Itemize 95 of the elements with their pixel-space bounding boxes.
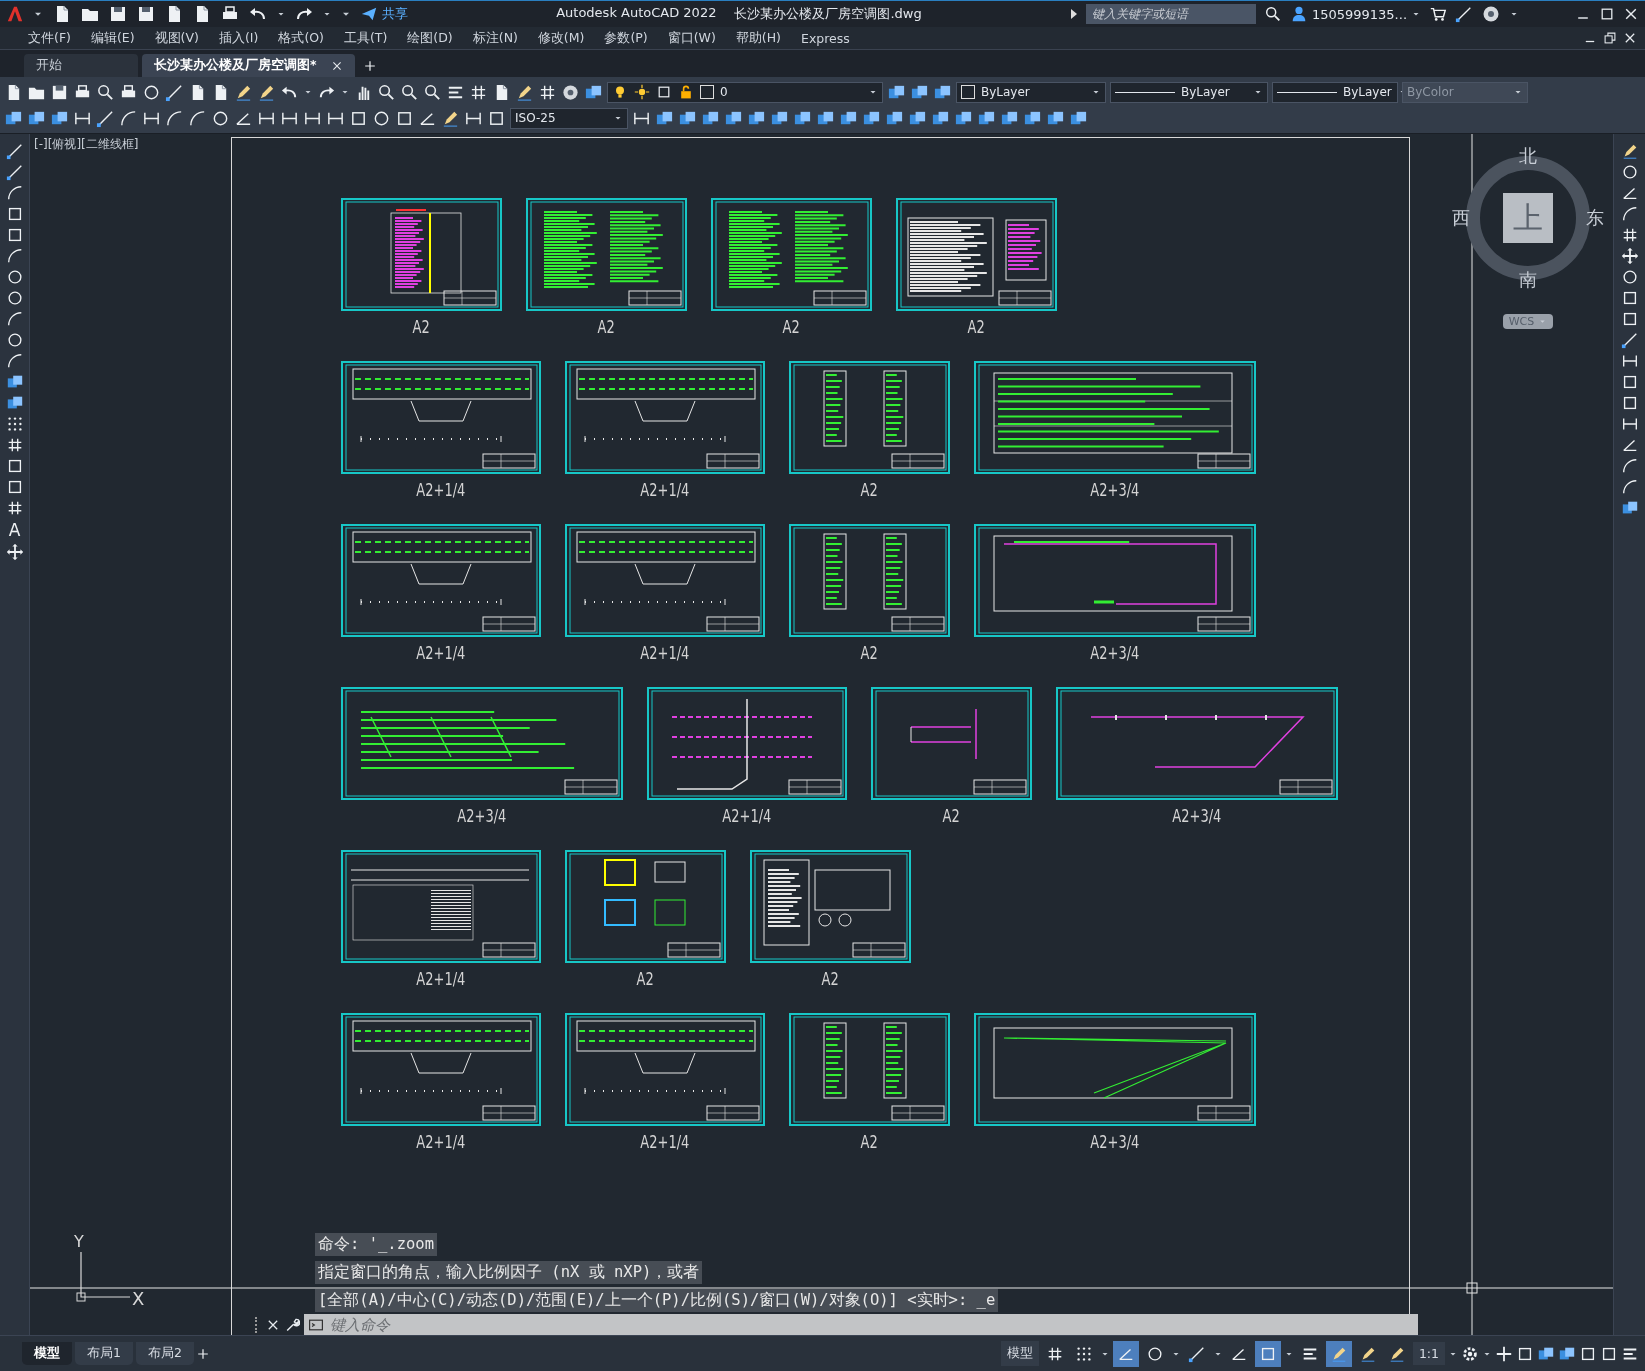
zoom-icon[interactable] (423, 82, 442, 102)
add-layout-icon[interactable] (196, 1347, 209, 1360)
menu-item[interactable]: 绘图(D) (397, 29, 463, 47)
line-icon[interactable] (5, 142, 24, 160)
arc-icon[interactable] (1620, 457, 1639, 475)
expand-arrow-icon[interactable] (1069, 9, 1078, 19)
search-icon[interactable] (1263, 5, 1282, 23)
app-title: Autodesk AutoCAD 2022 (556, 5, 717, 22)
sheet-size-label: A2+1/4 (640, 1132, 690, 1152)
help-icon[interactable] (561, 82, 580, 102)
layout-tab[interactable]: 模型 (22, 1342, 72, 1365)
layer-dropdown[interactable]: 0 (607, 81, 883, 103)
sun-icon[interactable] (634, 84, 650, 100)
sheet-size-label: A2 (412, 317, 431, 337)
close-icon[interactable] (1623, 31, 1637, 45)
sheet-size-label: A2+3/4 (1090, 480, 1140, 500)
line-icon[interactable] (1620, 331, 1639, 349)
layout-tab[interactable]: 布局2 (135, 1342, 194, 1365)
menu-item[interactable]: 视图(V) (144, 29, 209, 47)
menu-item[interactable]: 工具(T) (333, 29, 398, 47)
menu-item[interactable]: 修改(M) (527, 29, 595, 47)
sheet-size-label: A2 (942, 806, 961, 826)
lock-icon[interactable] (678, 84, 694, 100)
menu-item[interactable]: 文件(F) (18, 29, 81, 47)
sheet-size-label: A2+3/4 (1090, 1132, 1140, 1152)
cart-icon[interactable] (1429, 5, 1447, 23)
save-as-icon[interactable] (136, 4, 156, 24)
move-icon[interactable] (1620, 247, 1639, 265)
close-icon[interactable] (330, 59, 343, 72)
sheet-size-label: A2 (597, 317, 616, 337)
paper-plane-icon[interactable] (360, 5, 378, 23)
line-icon[interactable] (5, 163, 24, 181)
layout-tab[interactable]: 布局1 (75, 1342, 133, 1365)
search-field[interactable]: 键入关键字或短语 (1085, 4, 1256, 24)
close-icon[interactable] (1623, 6, 1639, 22)
text-tool[interactable]: A (8, 520, 21, 540)
new-tab-icon[interactable] (363, 60, 376, 72)
color-dropdown[interactable]: ByLayer (956, 81, 1106, 103)
arc-icon[interactable] (1620, 205, 1639, 223)
sheet-size-label: A2+1/4 (640, 643, 690, 663)
sheet-size-label: A2+1/4 (416, 480, 466, 500)
sheet-size-label: A2 (782, 317, 801, 337)
sheet-size-label: A2 (821, 969, 840, 989)
help-icon[interactable] (1481, 4, 1501, 24)
menu-item[interactable]: Express (791, 30, 860, 46)
sheet-size-label: A2 (860, 1132, 879, 1152)
y-axis-label: Y (74, 1232, 84, 1251)
arc-icon[interactable] (5, 184, 24, 202)
sheet-size-label: A2+1/4 (640, 480, 690, 500)
viewport-controls-label[interactable]: [-][俯视][二维线框] (34, 136, 139, 153)
arc-icon[interactable] (5, 352, 24, 370)
wrench-icon[interactable] (284, 1316, 300, 1333)
ucs-axes-icon (76, 1252, 130, 1302)
zoom-window-icon[interactable] (400, 82, 419, 102)
sheet-size-label: A2+3/4 (1090, 643, 1140, 663)
sheet-size-label: A2 (860, 480, 879, 500)
sheet-size-label: A2 (860, 643, 879, 663)
menu-item[interactable]: 编辑(E) (80, 29, 145, 47)
app-logo-icon[interactable] (6, 5, 24, 23)
linetype-dropdown[interactable]: ByLayer (1110, 81, 1268, 103)
move-icon[interactable] (5, 543, 24, 561)
file-name: 长沙某办公楼及厂房空调图.dwg (734, 5, 922, 23)
model-space-button[interactable]: 模型 (1000, 1341, 1039, 1366)
sheet-size-label: A2+1/4 (416, 643, 466, 663)
share-button[interactable]: 共享 (382, 5, 408, 23)
document-tab[interactable]: 开始 (24, 54, 138, 77)
user-name[interactable]: 1505999135... (1311, 6, 1407, 22)
sheet-size-label: A2+1/4 (416, 969, 466, 989)
frame-icon[interactable] (656, 84, 672, 100)
save-icon[interactable] (108, 4, 128, 24)
sheet-size-label: A2+1/4 (722, 806, 772, 826)
document-tab[interactable]: 长沙某办公楼及厂房空调图* (142, 54, 355, 77)
menu-item[interactable]: 窗口(W) (657, 29, 726, 47)
restore-icon[interactable] (1603, 31, 1617, 45)
dots-icon[interactable] (5, 415, 24, 433)
x-axis-label: X (132, 1288, 145, 1309)
maximize-icon[interactable] (1599, 6, 1615, 22)
arc-icon[interactable] (5, 310, 24, 328)
menu-item[interactable]: 插入(I) (208, 29, 269, 47)
menu-item[interactable]: 标注(N) (462, 29, 528, 47)
menu-item[interactable]: 参数(P) (594, 29, 658, 47)
annotation-scale-button[interactable]: 1:1 (1412, 1342, 1445, 1365)
sheet-size-label: A2+1/4 (416, 1132, 466, 1152)
sheet-size-label: A2 (636, 969, 655, 989)
plus-icon[interactable] (1495, 1344, 1513, 1363)
zoom-icon[interactable] (377, 82, 396, 102)
menu-item[interactable]: 帮助(H) (725, 29, 791, 47)
sheet-size-label: A2+3/4 (457, 806, 507, 826)
settings-icon[interactable] (1461, 1344, 1479, 1363)
arc-icon[interactable] (1620, 478, 1639, 496)
sheet-size-label: A2 (967, 317, 986, 337)
arc-icon[interactable] (5, 247, 24, 265)
dimension-style-dropdown[interactable]: ISO-25 (510, 107, 628, 129)
menu-item[interactable]: 格式(O) (268, 29, 334, 47)
sheet-size-label: A2+3/4 (1172, 806, 1222, 826)
